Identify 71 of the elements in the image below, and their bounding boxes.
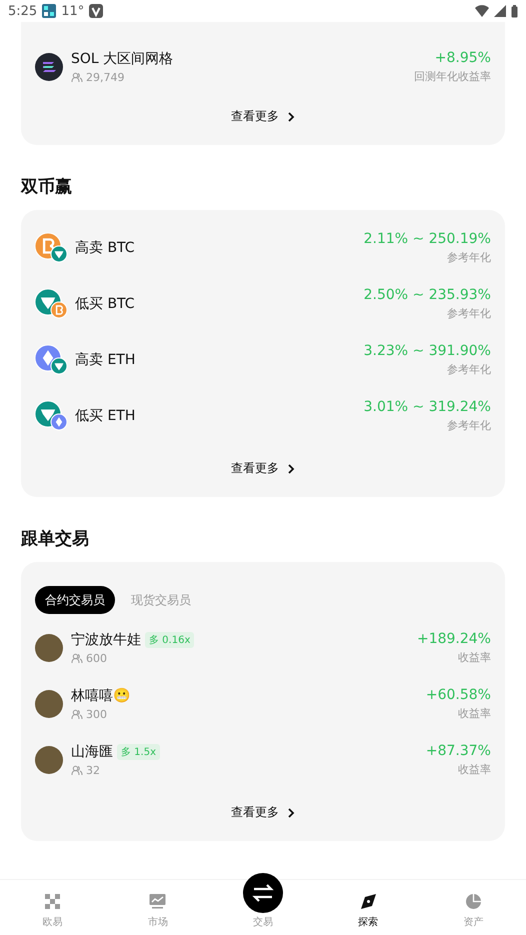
section-title: 跟单交易 [21, 528, 90, 550]
return-label: 参考年化 [447, 418, 491, 433]
avatar [35, 690, 63, 718]
users-icon [71, 765, 83, 776]
users-icon [71, 709, 83, 720]
return-label: 参考年化 [447, 306, 491, 321]
product-row[interactable]: 高卖 ETH 3.23% ~ 391.90% 参考年化 [35, 332, 491, 388]
signal-icon [494, 5, 506, 17]
coin-pair-icon [35, 345, 67, 375]
return-label: 参考年化 [447, 362, 491, 377]
product-name: 高卖 ETH [75, 351, 136, 369]
coin-pair-icon [35, 289, 67, 319]
coin-pair-icon [35, 233, 67, 263]
nav-tab[interactable]: 探索 [316, 880, 421, 935]
trader-row[interactable]: 山海匯 多 1.5x 32 +87.37% 收益率 [35, 732, 491, 788]
pie-chart-icon [464, 893, 482, 910]
return-value: 3.01% ~ 319.24% [364, 399, 491, 415]
leverage-tag: 多 1.5x [117, 744, 160, 760]
product-name: 低买 BTC [75, 295, 136, 313]
return-value: +8.95% [434, 50, 491, 66]
return-value: 2.11% ~ 250.19% [364, 231, 491, 247]
follower-count: 300 [86, 708, 107, 721]
view-more-button[interactable]: 查看更多 [227, 104, 299, 129]
trader-name: 宁波放牛娃 [71, 631, 141, 649]
app-notification-icon [42, 4, 56, 18]
product-name: 高卖 BTC [75, 239, 136, 257]
return-label: 收益率 [458, 650, 491, 665]
return-value: +87.37% [426, 743, 491, 759]
follower-count: 600 [86, 652, 107, 665]
chevron-right-icon [287, 112, 295, 122]
return-value: +189.24% [416, 631, 491, 647]
tab[interactable]: 合约交易员 [35, 586, 115, 614]
coin-pair-icon [35, 401, 67, 431]
product-row[interactable]: 低买 BTC 2.50% ~ 235.93% 参考年化 [35, 276, 491, 332]
follower-count: 32 [86, 764, 100, 777]
chevron-right-icon [287, 808, 295, 818]
coin-icon [35, 53, 63, 81]
users-icon [71, 72, 83, 83]
trader-row[interactable]: 宁波放牛娃 多 0.16x 600 +189.24% 收益率 [35, 620, 491, 676]
follower-count: 29,749 [86, 71, 124, 84]
trader-name: 林嘻嘻😬 [71, 687, 130, 705]
compass-icon [360, 893, 377, 910]
return-label: 参考年化 [447, 250, 491, 265]
return-value: +60.58% [426, 687, 491, 703]
avatar [35, 634, 63, 662]
leverage-tag: 多 0.16x [145, 632, 194, 648]
product-row[interactable]: 高卖 BTC 2.11% ~ 250.19% 参考年化 [35, 220, 491, 276]
section-title: 双币赢 [21, 176, 73, 198]
avatar [35, 746, 63, 774]
clock: 5:25 [8, 4, 38, 18]
chevron-right-icon [287, 464, 295, 474]
return-value: 3.23% ~ 391.90% [364, 343, 491, 359]
strategy-row[interactable]: SOL 大区间网格 29,749 +8.95% 回测年化收益率 [35, 42, 491, 92]
product-name: 低买 ETH [75, 407, 136, 425]
grid-icon [44, 893, 62, 910]
return-value: 2.50% ~ 235.93% [364, 287, 491, 303]
battery-icon [511, 4, 518, 18]
return-label: 收益率 [458, 706, 491, 721]
view-more-button[interactable]: 查看更多 [227, 456, 299, 481]
return-label: 回测年化收益率 [414, 69, 491, 84]
return-label: 收益率 [458, 762, 491, 777]
v-logo-icon [89, 4, 104, 18]
wifi-icon [475, 5, 489, 17]
trader-row[interactable]: 林嘻嘻😬 300 +60.58% 收益率 [35, 676, 491, 732]
view-more-button[interactable]: 查看更多 [227, 800, 299, 825]
users-icon [71, 653, 83, 664]
trader-name: 山海匯 [71, 743, 113, 761]
product-row[interactable]: 低买 ETH 3.01% ~ 319.24% 参考年化 [35, 388, 491, 444]
strategy-name: SOL 大区间网格 [71, 50, 174, 68]
chart-icon [149, 893, 166, 910]
temperature: 11° [61, 4, 84, 18]
